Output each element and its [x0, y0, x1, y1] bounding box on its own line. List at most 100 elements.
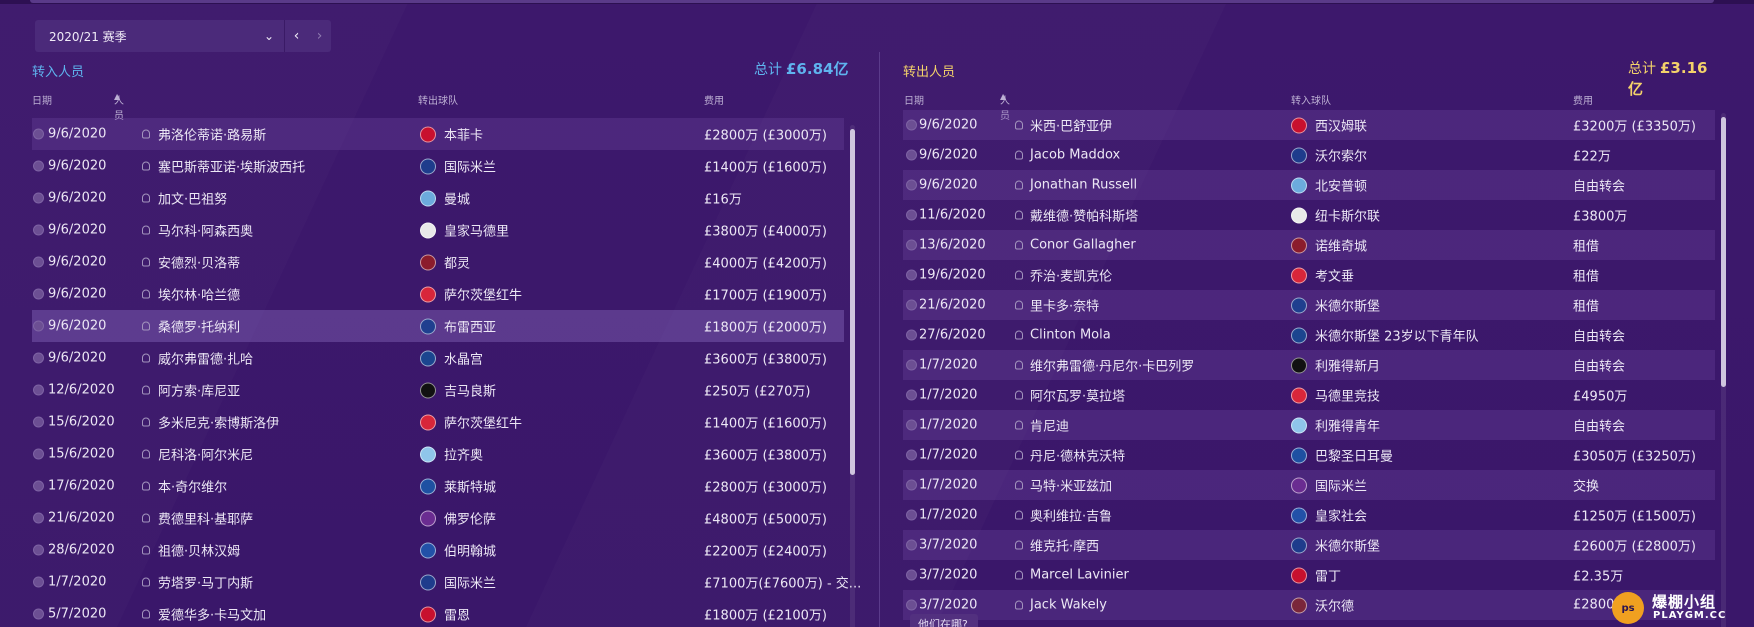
club-cell[interactable]: 沃尔德: [1291, 596, 1354, 615]
column-header-date[interactable]: 日期: [32, 92, 52, 107]
club-cell[interactable]: 萨尔茨堡红牛: [420, 413, 522, 432]
table-row[interactable]: 3/7/2020 Jack Wakely 沃尔德 £2800: [903, 590, 1715, 620]
player-name[interactable]: 肯尼迪: [1030, 416, 1069, 435]
player-name[interactable]: 尼科洛·阿尔米尼: [158, 445, 253, 464]
club-cell[interactable]: 米德尔斯堡 23岁以下青年队: [1291, 326, 1479, 345]
table-row[interactable]: 17/6/2020 本·奇尔维尔 莱斯特城 £2800万 (£3000万): [32, 470, 844, 502]
player-name[interactable]: Jack Wakely: [1030, 598, 1107, 613]
player-name[interactable]: 威尔弗雷德·扎哈: [158, 349, 253, 368]
table-row[interactable]: 1/7/2020 肯尼迪 利雅得青年 自由转会: [903, 410, 1715, 440]
player-name[interactable]: 阿尔瓦罗·莫拉塔: [1030, 386, 1125, 405]
player-name[interactable]: Jonathan Russell: [1030, 178, 1137, 193]
player-name[interactable]: Marcel Lavinier: [1030, 568, 1129, 583]
table-row[interactable]: 11/6/2020 戴维德·赞帕科斯塔 纽卡斯尔联 £3800万: [903, 200, 1715, 230]
player-name[interactable]: 弗洛伦蒂诺·路易斯: [158, 125, 266, 144]
table-row[interactable]: 9/6/2020 加文·巴祖努 曼城 £16万: [32, 182, 844, 214]
incoming-scrollbar-thumb[interactable]: [850, 129, 855, 475]
table-row[interactable]: 28/6/2020 祖德·贝林汉姆 伯明翰城 £2200万 (£2400万): [32, 534, 844, 566]
player-name[interactable]: 塞巴斯蒂亚诺·埃斯波西托: [158, 157, 305, 176]
club-cell[interactable]: 皇家社会: [1291, 506, 1367, 525]
club-cell[interactable]: 佛罗伦萨: [420, 509, 496, 528]
player-name[interactable]: 里卡多·奈特: [1030, 296, 1099, 315]
club-cell[interactable]: 利雅得新月: [1291, 356, 1380, 375]
club-cell[interactable]: 雷丁: [1291, 566, 1341, 585]
table-row[interactable]: 21/6/2020 费德里科·基耶萨 佛罗伦萨 £4800万 (£5000万): [32, 502, 844, 534]
player-name[interactable]: 马尔科·阿森西奥: [158, 221, 253, 240]
previous-season-button[interactable]: ‹: [285, 20, 308, 52]
table-row[interactable]: 1/7/2020 劳塔罗·马丁内斯 国际米兰 £7100万(£7600万) - 交..…: [32, 566, 861, 598]
table-row[interactable]: 9/6/2020 威尔弗雷德·扎哈 水晶宫 £3600万 (£3800万): [32, 342, 844, 374]
table-row[interactable]: 1/7/2020 丹尼·德林克沃特 巴黎圣日耳曼 £3050万 (£3250万): [903, 440, 1715, 470]
player-name[interactable]: 爱德华多·卡马文加: [158, 605, 266, 624]
table-row[interactable]: 9/6/2020 马尔科·阿森西奥 皇家马德里 £3800万 (£4000万): [32, 214, 844, 246]
club-cell[interactable]: 国际米兰: [1291, 476, 1367, 495]
player-name[interactable]: 阿方索·库尼亚: [158, 381, 240, 400]
player-name[interactable]: 劳塔罗·马丁内斯: [158, 573, 253, 592]
table-row[interactable]: 1/7/2020 奥利维拉·吉鲁 皇家社会 £1250万 (£1500万): [903, 500, 1715, 530]
table-row[interactable]: 15/6/2020 尼科洛·阿尔米尼 拉齐奥 £3600万 (£3800万): [32, 438, 844, 470]
table-row[interactable]: 13/6/2020 Conor Gallagher 诺维奇城 租借: [903, 230, 1715, 260]
table-row[interactable]: 27/6/2020 Clinton Mola 米德尔斯堡 23岁以下青年队 自由转会: [903, 320, 1715, 350]
player-name[interactable]: Clinton Mola: [1030, 328, 1111, 343]
table-row[interactable]: 5/7/2020 爱德华多·卡马文加 雷恩 £1800万 (£2100万): [32, 598, 844, 627]
player-name[interactable]: 维克托·摩西: [1030, 536, 1099, 555]
club-cell[interactable]: 莱斯特城: [420, 477, 496, 496]
table-row[interactable]: 15/6/2020 多米尼克·索博斯洛伊 萨尔茨堡红牛 £1400万 (£1600万): [32, 406, 844, 438]
table-row[interactable]: 9/6/2020 塞巴斯蒂亚诺·埃斯波西托 国际米兰 £1400万 (£1600万): [32, 150, 844, 182]
club-cell[interactable]: 国际米兰: [420, 573, 496, 592]
player-name[interactable]: 埃尔林·哈兰德: [158, 285, 240, 304]
player-name[interactable]: 本·奇尔维尔: [158, 477, 227, 496]
club-cell[interactable]: 马德里竞技: [1291, 386, 1380, 405]
club-cell[interactable]: 都灵: [420, 253, 470, 272]
club-cell[interactable]: 考文垂: [1291, 266, 1354, 285]
table-row[interactable]: 9/6/2020 桑德罗·托纳利 布雷西亚 £1800万 (£2000万): [32, 310, 844, 342]
player-name[interactable]: 乔治·麦凯克伦: [1030, 266, 1112, 285]
club-cell[interactable]: 国际米兰: [420, 157, 496, 176]
player-name[interactable]: Jacob Maddox: [1030, 148, 1120, 163]
club-cell[interactable]: 雷恩: [420, 605, 470, 624]
table-row[interactable]: 19/6/2020 乔治·麦凯克伦 考文垂 租借: [903, 260, 1715, 290]
club-cell[interactable]: 萨尔茨堡红牛: [420, 285, 522, 304]
column-header-club[interactable]: 转入球队: [1291, 92, 1331, 107]
player-name[interactable]: 奥利维拉·吉鲁: [1030, 506, 1112, 525]
club-cell[interactable]: 伯明翰城: [420, 541, 496, 560]
player-name[interactable]: 桑德罗·托纳利: [158, 317, 240, 336]
club-cell[interactable]: 利雅得青年: [1291, 416, 1380, 435]
player-name[interactable]: 多米尼克·索博斯洛伊: [158, 413, 279, 432]
player-name[interactable]: 米西·巴舒亚伊: [1030, 116, 1112, 135]
outgoing-scrollbar-thumb[interactable]: [1721, 117, 1726, 387]
player-name[interactable]: 戴维德·赞帕科斯塔: [1030, 206, 1138, 225]
table-row[interactable]: 1/7/2020 马特·米亚兹加 国际米兰 交换: [903, 470, 1715, 500]
club-cell[interactable]: 北安普顿: [1291, 176, 1367, 195]
player-name[interactable]: Conor Gallagher: [1030, 238, 1136, 253]
table-row[interactable]: 1/7/2020 阿尔瓦罗·莫拉塔 马德里竞技 £4950万: [903, 380, 1715, 410]
club-cell[interactable]: 纽卡斯尔联: [1291, 206, 1380, 225]
club-cell[interactable]: 布雷西亚: [420, 317, 496, 336]
table-row[interactable]: 9/6/2020 弗洛伦蒂诺·路易斯 本菲卡 £2800万 (£3000万): [32, 118, 844, 150]
club-cell[interactable]: 曼城: [420, 189, 470, 208]
club-cell[interactable]: 沃尔索尔: [1291, 146, 1367, 165]
table-row[interactable]: 1/7/2020 维尔弗雷德·丹尼尔·卡巴列罗 利雅得新月 自由转会: [903, 350, 1715, 380]
table-row[interactable]: 3/7/2020 维克托·摩西 米德尔斯堡 £2600万 (£2800万): [903, 530, 1715, 560]
next-season-button[interactable]: ›: [308, 20, 331, 52]
column-header-club[interactable]: 转出球队: [418, 92, 458, 107]
club-cell[interactable]: 水晶宫: [420, 349, 483, 368]
table-row[interactable]: 9/6/2020 Jacob Maddox 沃尔索尔 £22万: [903, 140, 1715, 170]
player-name[interactable]: 马特·米亚兹加: [1030, 476, 1112, 495]
season-dropdown[interactable]: 2020/21 赛季 ⌄: [35, 20, 285, 52]
column-header-fee[interactable]: 费用: [1573, 92, 1593, 107]
player-name[interactable]: 维尔弗雷德·丹尼尔·卡巴列罗: [1030, 356, 1194, 375]
table-row[interactable]: 9/6/2020 Jonathan Russell 北安普顿 自由转会: [903, 170, 1715, 200]
club-cell[interactable]: 西汉姆联: [1291, 116, 1367, 135]
player-name[interactable]: 费德里科·基耶萨: [158, 509, 253, 528]
table-row[interactable]: 9/6/2020 安德烈·贝洛蒂 都灵 £4000万 (£4200万): [32, 246, 844, 278]
column-header-date[interactable]: 日期: [904, 92, 924, 107]
player-name[interactable]: 加文·巴祖努: [158, 189, 227, 208]
table-row[interactable]: 3/7/2020 Marcel Lavinier 雷丁 £2.35万: [903, 560, 1715, 590]
table-row[interactable]: 9/6/2020 埃尔林·哈兰德 萨尔茨堡红牛 £1700万 (£1900万): [32, 278, 844, 310]
table-row[interactable]: 21/6/2020 里卡多·奈特 米德尔斯堡 租借: [903, 290, 1715, 320]
column-header-fee[interactable]: 费用: [704, 92, 724, 107]
club-cell[interactable]: 拉齐奥: [420, 445, 483, 464]
club-cell[interactable]: 诺维奇城: [1291, 236, 1367, 255]
player-name[interactable]: 祖德·贝林汉姆: [158, 541, 240, 560]
